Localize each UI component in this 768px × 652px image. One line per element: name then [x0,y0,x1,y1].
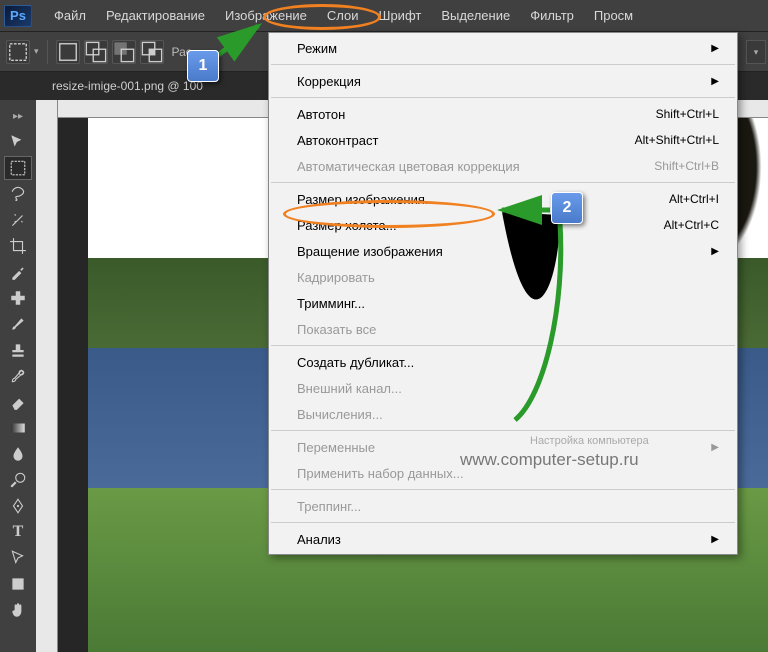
menu-mode[interactable]: Режим▶ [269,35,737,61]
gradient-tool-icon[interactable] [4,416,32,440]
selection-subtract-icon[interactable] [112,40,136,64]
menu-image-size[interactable]: Размер изображения...Alt+Ctrl+I [269,186,737,212]
menu-image[interactable]: Изображение [215,2,317,29]
selection-new-icon[interactable] [56,40,80,64]
menu-file[interactable]: Файл [44,2,96,29]
path-select-tool-icon[interactable] [4,546,32,570]
ruler-vertical [36,100,58,652]
menu-select[interactable]: Выделение [431,2,520,29]
menu-view[interactable]: Просм [584,2,643,29]
menu-edit[interactable]: Редактирование [96,2,215,29]
pen-tool-icon[interactable] [4,494,32,518]
watermark-small: Настройка компьютера [530,435,649,447]
heal-tool-icon[interactable] [4,286,32,310]
menu-auto-color: Автоматическая цветовая коррекцияShift+C… [269,153,737,179]
menu-calculations: Вычисления... [269,401,737,427]
menu-trap: Треппинг... [269,493,737,519]
type-tool-icon[interactable]: T [4,520,32,544]
menu-type[interactable]: Шрифт [369,2,432,29]
expand-palette-icon[interactable]: ▸▸ [4,104,32,128]
menu-auto-contrast[interactable]: АвтоконтрастAlt+Shift+Ctrl+L [269,127,737,153]
image-menu-dropdown: Режим▶ Коррекция▶ АвтотонShift+Ctrl+L Ав… [268,32,738,555]
crop-tool-icon[interactable] [4,234,32,258]
menu-crop: Кадрировать [269,264,737,290]
menubar: Ps Файл Редактирование Изображение Слои … [0,0,768,32]
callout-badge-2: 2 [551,192,583,224]
menu-adjustments[interactable]: Коррекция▶ [269,68,737,94]
brush-tool-icon[interactable] [4,312,32,336]
menu-apply-image: Внешний канал... [269,375,737,401]
hand-tool-icon[interactable] [4,598,32,622]
menu-duplicate[interactable]: Создать дубликат... [269,349,737,375]
eyedropper-tool-icon[interactable] [4,260,32,284]
selection-add-icon[interactable] [84,40,108,64]
tool-palette: ▸▸ T [0,100,36,652]
callout-badge-1: 1 [187,50,219,82]
history-brush-tool-icon[interactable] [4,364,32,388]
stamp-tool-icon[interactable] [4,338,32,362]
shape-tool-icon[interactable] [4,572,32,596]
menu-trim[interactable]: Тримминг... [269,290,737,316]
tool-icon[interactable] [6,40,30,64]
lasso-tool-icon[interactable] [4,182,32,206]
menu-layer[interactable]: Слои [317,2,369,29]
app-logo: Ps [4,5,32,27]
right-dropdown-icon[interactable]: ▾ [746,40,766,64]
menu-rotation[interactable]: Вращение изображения▶ [269,238,737,264]
eraser-tool-icon[interactable] [4,390,32,414]
marquee-tool-icon[interactable] [4,156,32,180]
menu-canvas-size[interactable]: Размер холста...Alt+Ctrl+C [269,212,737,238]
watermark-url: www.computer-setup.ru [460,450,639,470]
menu-reveal-all: Показать все [269,316,737,342]
menu-filter[interactable]: Фильтр [520,2,584,29]
move-tool-icon[interactable] [4,130,32,154]
blur-tool-icon[interactable] [4,442,32,466]
menu-analysis[interactable]: Анализ▶ [269,526,737,552]
wand-tool-icon[interactable] [4,208,32,232]
selection-intersect-icon[interactable] [140,40,164,64]
dodge-tool-icon[interactable] [4,468,32,492]
menu-auto-tone[interactable]: АвтотонShift+Ctrl+L [269,101,737,127]
